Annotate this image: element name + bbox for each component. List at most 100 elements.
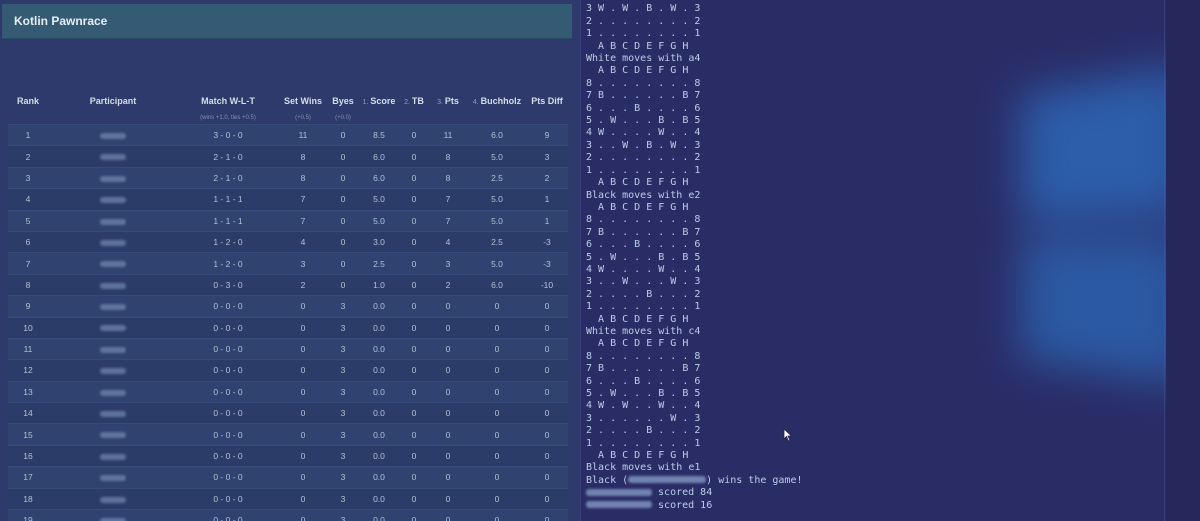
terminal-line: 8 . . . . . . . . 8 (586, 77, 701, 89)
participant-cell (48, 466, 178, 489)
column-label: Buchholz (480, 96, 522, 106)
score-text: scored 84 (658, 487, 713, 499)
pts-diff-cell: 0 (526, 295, 568, 318)
table-row[interactable]: 17 0 - 0 - 0 0 3 0.0 0 0 0 0 (8, 466, 568, 489)
byes-cell: 3 (328, 380, 358, 404)
rank-cell: 12 (8, 359, 48, 382)
rank-cell: 18 (8, 487, 48, 511)
column-header-byes[interactable]: Byes (328, 90, 358, 112)
table-row[interactable]: 14 0 - 0 - 0 0 3 0.0 0 0 0 0 (8, 402, 568, 425)
buchholz-cell: 2.5 (468, 166, 526, 190)
terminal-window[interactable]: 4 . . . . . W . . 43 W . W . B . W . 32 … (580, 0, 1200, 521)
pts-cell: 0 (428, 509, 468, 521)
terminal-line: 3 . . W . B . W . 3 (586, 139, 701, 151)
column-header-participant[interactable]: Participant (48, 90, 178, 112)
table-row[interactable]: 22 - 1 - 0 8 0 6.0 0 8 5.0 3 (8, 145, 568, 168)
tb-cell: 0 (400, 466, 428, 489)
column-header-tb[interactable]: 2. TB (400, 90, 428, 112)
byes-cell: 0 (328, 209, 358, 232)
table-row[interactable]: 80 - 3 - 0 2 0 1.0 0 2 6.0 -10 (8, 273, 568, 297)
score-cell: 8.5 (358, 123, 400, 147)
redacted-participant-name (100, 304, 126, 311)
redacted-participant-name (100, 239, 126, 246)
set-wins-cell: 0 (278, 359, 328, 382)
terminal-line: 5 . W . . . B . B 5 (586, 251, 701, 263)
column-header-score[interactable]: 1. Score (358, 90, 400, 112)
winner-suffix: ) wins the game! (706, 474, 803, 486)
score-cell: 0.0 (358, 509, 400, 521)
tb-cell: 0 (400, 273, 428, 297)
match-wlt-cell: 0 - 0 - 0 (178, 487, 278, 511)
byes-cell: 3 (328, 295, 358, 318)
pts-cell: 7 (428, 209, 468, 232)
score-cell: 5.0 (358, 188, 400, 211)
column-header-buchholz[interactable]: 4. Buchholz (468, 90, 526, 112)
terminal-line: 6 . . . B . . . . 6 (586, 102, 701, 114)
match-wlt-cell: 0 - 0 - 0 (178, 509, 278, 521)
standings-table: Rank Participant Match W-L-T Set Wins Byes 1.… (8, 90, 568, 521)
terminal-line: 3 W . W . B . W . 3 (586, 3, 701, 15)
participant-cell (48, 145, 178, 168)
tb-cell: 0 (400, 295, 428, 318)
redacted-participant-name (100, 197, 126, 204)
score-cell: 2.5 (358, 252, 400, 275)
column-header-set-wins[interactable]: Set Wins (278, 90, 328, 112)
column-header-pts[interactable]: 3. Pts (428, 90, 468, 112)
terminal-line: 8 . . . . . . . . 8 (586, 214, 701, 226)
table-row[interactable]: 12 0 - 0 - 0 0 3 0.0 0 0 0 0 (8, 359, 568, 382)
table-row[interactable]: 32 - 1 - 0 8 0 6.0 0 8 2.5 2 (8, 166, 568, 190)
byes-cell: 0 (328, 188, 358, 211)
table-row[interactable]: 18 0 - 0 - 0 0 3 0.0 0 0 0 0 (8, 487, 568, 511)
terminal-line: 1 . . . . . . . . 1 (586, 28, 701, 40)
column-label: Pts Diff (531, 96, 563, 106)
set-wins-cell: 8 (278, 166, 328, 190)
table-row[interactable]: 13 0 - 0 - 0 0 3 0.0 0 0 0 0 (8, 380, 568, 404)
byes-cell: 0 (328, 166, 358, 190)
redacted-player-name (586, 501, 652, 509)
table-row[interactable]: 41 - 1 - 1 7 0 5.0 0 7 5.0 1 (8, 188, 568, 211)
column-header-match-wlt[interactable]: Match W-L-T (178, 90, 278, 112)
match-wlt-cell: 0 - 0 - 0 (178, 359, 278, 382)
pts-cell: 8 (428, 166, 468, 190)
terminal-line: 3 . . . . . . W . 3 (586, 412, 701, 424)
match-wlt-cell: 0 - 0 - 0 (178, 444, 278, 468)
match-wlt-cell: 3 - 0 - 0 (178, 123, 278, 147)
match-wlt-cell: 0 - 0 - 0 (178, 402, 278, 425)
rank-cell: 19 (8, 509, 48, 521)
table-row[interactable]: 61 - 2 - 0 4 0 3.0 0 4 2.5 -3 (8, 230, 568, 254)
table-row[interactable]: 19 0 - 0 - 0 0 3 0.0 0 0 0 0 (8, 509, 568, 521)
table-row[interactable]: 51 - 1 - 1 7 0 5.0 0 7 5.0 1 (8, 209, 568, 232)
byes-cell: 3 (328, 423, 358, 446)
table-row[interactable]: 10 0 - 0 - 0 0 3 0.0 0 0 0 0 (8, 316, 568, 339)
column-header-pts-diff[interactable]: Pts Diff (526, 90, 568, 112)
match-wlt-cell: 0 - 0 - 0 (178, 337, 278, 361)
table-row[interactable]: 15 0 - 0 - 0 0 3 0.0 0 0 0 0 (8, 423, 568, 446)
table-row[interactable]: 90 - 0 - 0 0 3 0.0 0 0 0 0 (8, 295, 568, 318)
buchholz-cell: 6.0 (468, 273, 526, 297)
redacted-player-name (628, 476, 707, 484)
header-subtitle-row: (wins +1.0, ties +0.5) (+0.5) (+0.0) (8, 112, 568, 125)
score-cell: 6.0 (358, 145, 400, 168)
pts-cell: 0 (428, 380, 468, 404)
buchholz-cell: 0 (468, 380, 526, 404)
terminal-line: A B C D E F G H (586, 40, 689, 52)
rank-cell: 1 (8, 123, 48, 147)
pts-diff-cell: 0 (526, 466, 568, 489)
table-row[interactable]: 13 - 0 - 0 11 0 8.5 0 11 6.0 9 (8, 123, 568, 147)
pts-diff-cell: -10 (526, 273, 568, 297)
redacted-participant-name (100, 346, 126, 353)
byes-cell: 3 (328, 337, 358, 361)
score-cell: 0.0 (358, 402, 400, 425)
score-text: scored 16 (658, 499, 713, 511)
terminal-line: 4 W . W . . W . . 4 (586, 400, 701, 412)
byes-cell: 0 (328, 230, 358, 254)
score-cell: 0.0 (358, 295, 400, 318)
table-row[interactable]: 71 - 2 - 0 3 0 2.5 0 3 5.0 -3 (8, 252, 568, 275)
table-row[interactable]: 11 0 - 0 - 0 0 3 0.0 0 0 0 0 (8, 337, 568, 361)
column-header-rank[interactable]: Rank (8, 90, 48, 112)
title-bar: Kotlin Pawnrace (2, 4, 572, 39)
pts-diff-cell: 0 (526, 423, 568, 446)
match-wlt-cell: 0 - 0 - 0 (178, 380, 278, 404)
table-row[interactable]: 16 0 - 0 - 0 0 3 0.0 0 0 0 0 (8, 444, 568, 468)
terminal-scrollbar[interactable] (1166, 0, 1200, 521)
